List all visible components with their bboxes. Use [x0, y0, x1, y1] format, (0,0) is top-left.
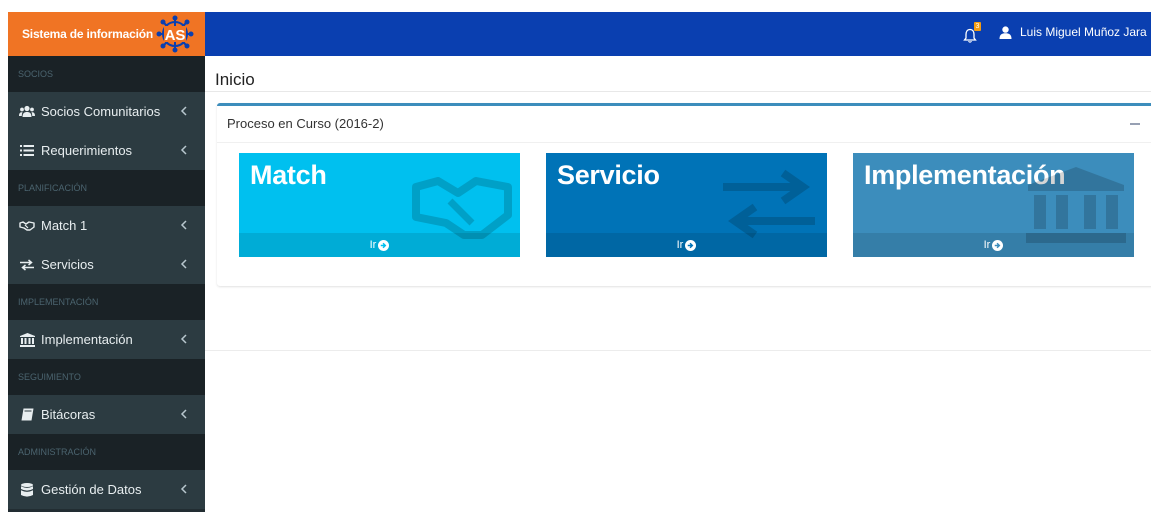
sidebar-item-servicios[interactable]: Servicios [8, 245, 205, 284]
content-divider [205, 350, 1151, 351]
brand[interactable]: Sistema de información AS [8, 12, 205, 56]
top-bar: Sistema de información AS 3 Luis Miguel … [0, 12, 1151, 56]
chevron-left-icon [180, 145, 187, 155]
handshake-icon [19, 218, 35, 234]
users-icon [19, 104, 35, 120]
sidebar-item-match[interactable]: Match 1 [8, 206, 205, 245]
chevron-left-icon [180, 409, 187, 419]
tile-title: Servicio [557, 160, 660, 190]
sidebar-section-implementacion: IMPLEMENTACIÓN [8, 284, 205, 320]
chevron-left-icon [180, 106, 187, 116]
sidebar-item-implementacion[interactable]: Implementación [8, 320, 205, 359]
arrow-circle-right-icon [378, 239, 390, 251]
main-content: Inicio Proceso en Curso (2016-2) [205, 56, 1151, 512]
database-icon [19, 482, 35, 498]
brand-logo-text: AS [165, 27, 186, 44]
tile-footer[interactable]: Ir [853, 233, 1134, 257]
tile-title: Match [250, 160, 327, 190]
sidebar-item-label: Match 1 [41, 218, 88, 233]
chevron-left-icon [180, 220, 187, 230]
tile-footer[interactable]: Ir [239, 233, 520, 257]
box-header: Proceso en Curso (2016-2) [217, 106, 1151, 143]
list-icon [19, 143, 35, 159]
sidebar-item-label: Gestión de Datos [41, 482, 142, 497]
box-title: Proceso en Curso (2016-2) [227, 116, 384, 131]
exchange-icon [19, 257, 35, 273]
tile-link-label: Ir [369, 239, 377, 251]
bank-icon [19, 332, 35, 348]
chevron-left-icon [180, 334, 187, 344]
sidebar-item-label: Socios Comunitarios [41, 104, 161, 119]
tile-match[interactable]: Match Ir [239, 153, 520, 257]
sidebar-item-requerimientos[interactable]: Requerimientos [8, 131, 205, 170]
sidebar-section-administracion: ADMINISTRACIÓN [8, 434, 205, 470]
book-icon [19, 407, 35, 423]
notifications-button[interactable]: 3 [962, 22, 984, 47]
notification-count-badge: 3 [974, 22, 981, 31]
tile-servicio[interactable]: Servicio Ir [546, 153, 827, 257]
sidebar-item-bitacoras[interactable]: Bitácoras [8, 395, 205, 434]
navbar: 3 Luis Miguel Muñoz Jara [205, 12, 1151, 56]
brand-logo: AS [156, 15, 194, 53]
page-title: Inicio [215, 70, 255, 89]
sidebar-item-label: Bitácoras [41, 407, 96, 422]
user-icon [999, 25, 1012, 39]
sidebar-section-seguimiento: SEGUIMIENTO [8, 359, 205, 395]
sidebar-item-label: Requerimientos [41, 143, 133, 158]
chevron-left-icon [180, 484, 187, 494]
sidebar-item-socios-comunitarios[interactable]: Socios Comunitarios [8, 92, 205, 131]
user-name: Luis Miguel Muñoz Jara [1020, 25, 1147, 39]
sidebar-item-gestion-datos[interactable]: Gestión de Datos [8, 470, 205, 509]
tile-link-label: Ir [983, 239, 991, 251]
brand-title: Sistema de información [22, 27, 153, 41]
tile-link-label: Ir [676, 239, 684, 251]
tile-footer[interactable]: Ir [546, 233, 827, 257]
sidebar-section-planificacion: PLANIFICACIÓN [8, 170, 205, 206]
collapse-button[interactable] [1130, 123, 1140, 125]
sidebar-section-socios: SOCIOS [8, 56, 205, 92]
chevron-left-icon [180, 259, 187, 269]
tile-implementacion[interactable]: Implementación Ir [853, 153, 1134, 257]
sidebar-item-label: Implementación [41, 332, 133, 347]
title-divider [205, 91, 1151, 92]
sidebar: SOCIOS Socios Comunitarios Requerimiento… [8, 56, 205, 512]
arrow-circle-right-icon [992, 239, 1004, 251]
arrow-circle-right-icon [685, 239, 697, 251]
sidebar-item-label: Servicios [41, 257, 94, 272]
user-menu[interactable]: Luis Miguel Muñoz Jara [999, 25, 1147, 39]
